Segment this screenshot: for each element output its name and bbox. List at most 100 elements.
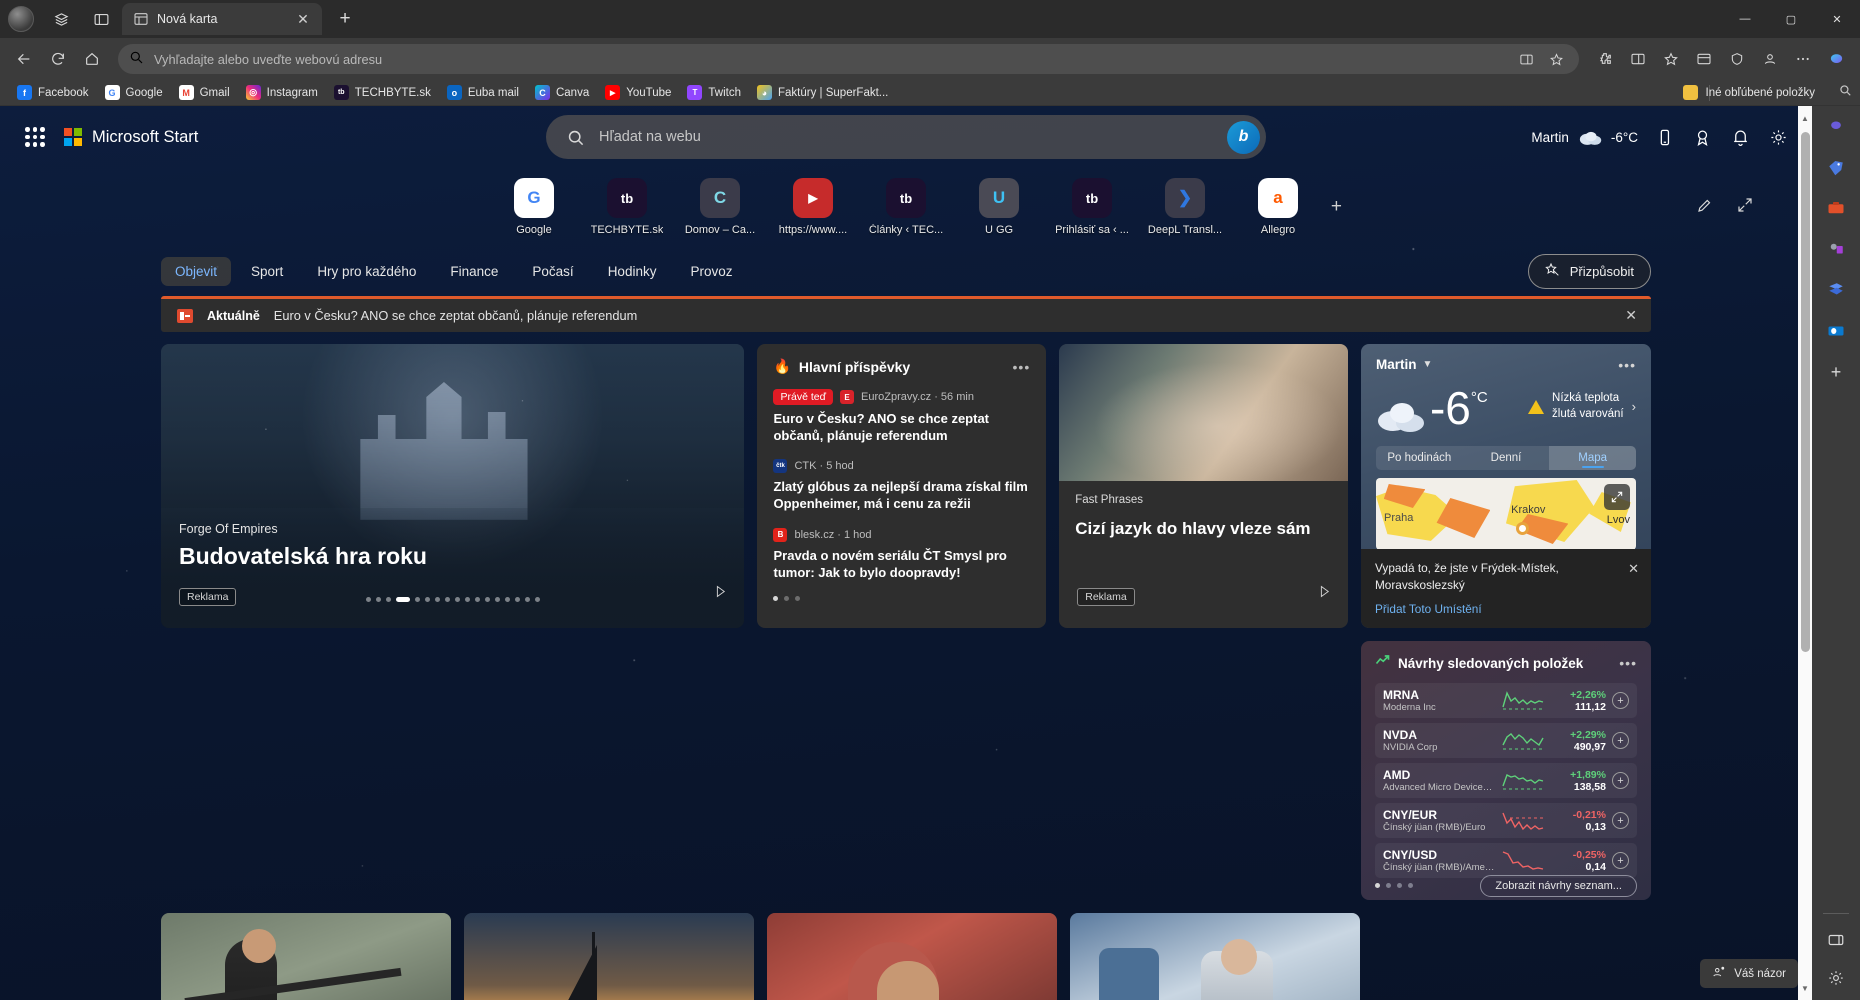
split-screen-icon[interactable] (1513, 46, 1539, 72)
app-launcher-icon[interactable] (22, 124, 48, 150)
quick-link-tile[interactable]: a Allegro (1238, 178, 1318, 236)
edit-background-icon[interactable] (1696, 196, 1714, 219)
browser-tab[interactable]: Nová karta ✕ (122, 3, 322, 35)
home-icon[interactable] (76, 43, 108, 75)
ad-choices-icon[interactable] (1317, 584, 1332, 604)
address-bar[interactable]: Vyhľadajte alebo uveďte webovú adresu (118, 44, 1579, 74)
scroll-up-icon[interactable]: ▲ (1798, 110, 1812, 126)
personalize-button[interactable]: Přizpůsobit (1527, 253, 1651, 289)
weather-map[interactable]: Praha Krakov Lvov (1375, 478, 1636, 550)
collections-icon[interactable] (1655, 43, 1687, 75)
watchlist-row[interactable]: MRNA Moderna Inc +2,26% 111,12 + (1374, 683, 1637, 718)
add-icon[interactable]: + (1611, 812, 1629, 829)
add-icon[interactable]: + (1611, 852, 1629, 869)
show-watchlist-button[interactable]: Zobrazit návrhy seznam... (1480, 874, 1637, 897)
microsoft-start-logo[interactable]: Microsoft Start (64, 128, 198, 147)
bookmarks-search-icon[interactable] (1838, 83, 1852, 102)
hero-ad-card[interactable]: Forge Of Empires Budovatelská hra roku R… (161, 344, 745, 628)
profile-avatar[interactable] (8, 6, 34, 32)
quick-link-tile[interactable]: tb Články ‹ TEC... (866, 178, 946, 236)
quick-link-tile[interactable]: C Domov – Ca... (680, 178, 760, 236)
profile-icon[interactable] (1754, 43, 1786, 75)
browser-essentials-icon[interactable] (1721, 43, 1753, 75)
tab-hry[interactable]: Hry pro každého (303, 257, 430, 286)
news-card[interactable]: CNN CNN Prima NEWS · 3 hod Pán obzoru, k… (161, 913, 451, 1000)
sidebar-settings-gear-icon[interactable] (1822, 964, 1850, 992)
watchlist-row[interactable]: AMD Advanced Micro Devices Inc +1,89% 13… (1374, 763, 1637, 798)
add-shortcut-icon[interactable]: + (1331, 196, 1342, 218)
rewards-icon[interactable] (1690, 125, 1714, 149)
tab-provoz[interactable]: Provoz (676, 257, 746, 286)
quick-link-tile[interactable]: tb Prihlásiť sa ‹ ... (1052, 178, 1132, 236)
carousel-dots[interactable] (1374, 883, 1413, 888)
settings-more-icon[interactable] (1787, 43, 1819, 75)
maximize-button[interactable]: ▢ (1768, 0, 1814, 38)
scroll-down-icon[interactable]: ▼ (1798, 980, 1812, 996)
chevron-right-icon[interactable]: › (1632, 399, 1636, 414)
mobile-device-icon[interactable] (1652, 125, 1676, 149)
banner-headline[interactable]: Euro v Česku? ANO se chce zeptat občanů,… (274, 308, 638, 323)
scrollbar-thumb[interactable] (1801, 132, 1810, 652)
tab-actions-icon[interactable] (82, 2, 120, 36)
bing-chat-icon[interactable]: b (1227, 120, 1260, 154)
back-icon[interactable] (8, 43, 40, 75)
feedback-button[interactable]: Váš názor (1700, 959, 1798, 988)
more-options-icon[interactable]: ••• (1618, 357, 1636, 373)
close-window-button[interactable]: ✕ (1814, 0, 1860, 38)
address-input[interactable]: Vyhľadajte alebo uveďte webovú adresu (154, 52, 1503, 67)
headline[interactable]: Zlatý glóbus za nejlepší drama získal fi… (773, 478, 1030, 512)
shopping-tag-icon[interactable] (1822, 153, 1850, 181)
carousel-dots[interactable] (773, 595, 1030, 601)
top-post-item[interactable]: Právě teď E EuroZpravy.cz · 56 min Euro … (773, 389, 1030, 444)
quick-link-tile[interactable]: ❯ DeepL Transl... (1145, 178, 1225, 236)
ad-choices-icon[interactable] (713, 584, 728, 604)
carousel-dots[interactable] (365, 597, 540, 602)
copilot-sidebar-icon[interactable] (1822, 112, 1850, 140)
close-icon[interactable]: ✕ (292, 8, 314, 30)
favorites-bar-icon[interactable] (1688, 43, 1720, 75)
watchlist-row[interactable]: NVDA NVIDIA Corp +2,29% 490,97 + (1374, 723, 1637, 758)
tools-icon[interactable] (1822, 194, 1850, 222)
copilot-icon[interactable] (1820, 43, 1852, 75)
reload-icon[interactable] (42, 43, 74, 75)
tab-objevit[interactable]: Objevit (161, 256, 232, 286)
add-location-link[interactable]: Přidat Toto Umístění (1375, 602, 1637, 616)
favorite-star-icon[interactable] (1543, 46, 1569, 72)
quick-link-tile[interactable]: G Google (494, 178, 574, 236)
expand-icon[interactable] (1736, 196, 1754, 219)
bookmark-item[interactable]: tb TECHBYTE.sk (327, 83, 438, 102)
bookmark-item[interactable]: ◎ Instagram (239, 83, 325, 102)
sidebar-toggle-icon[interactable] (1822, 926, 1850, 954)
gear-icon[interactable] (1766, 125, 1790, 149)
news-card-sponsored[interactable]: Theheartoftheuniverse Nespadněte! Jak vy… (767, 913, 1057, 1000)
split-window-icon[interactable] (1622, 43, 1654, 75)
bookmark-item[interactable]: ◕ Faktúry | SuperFakt... (750, 83, 895, 102)
minimize-button[interactable]: — (1722, 0, 1768, 38)
top-post-item[interactable]: čtk CTK · 5 hod Zlatý glóbus za nejlepší… (773, 459, 1030, 512)
quick-link-tile[interactable]: tb TECHBYTE.sk (587, 178, 667, 236)
close-icon[interactable]: ✕ (1625, 307, 1637, 324)
more-options-icon[interactable]: ••• (1013, 359, 1031, 375)
news-card[interactable]: PZ Prima Zoom · 15 hod Zabijácké jezero … (464, 913, 754, 1000)
add-icon[interactable]: + (1611, 732, 1629, 749)
weather-tab-map[interactable]: Mapa (1549, 446, 1636, 470)
games-icon[interactable] (1822, 235, 1850, 263)
headline[interactable]: Euro v Česku? ANO se chce zeptat občanů,… (773, 410, 1030, 444)
bookmark-item[interactable]: T Twitch (680, 83, 748, 102)
top-post-item[interactable]: B blesk.cz · 1 hod Pravda o novém seriál… (773, 527, 1030, 581)
watchlist-row[interactable]: CNY/USD Čínský jüan (RMB)/Americk... -0,… (1374, 843, 1637, 878)
tab-finance[interactable]: Finance (436, 257, 512, 286)
user-weather-chip[interactable]: Martin -6°C (1531, 129, 1638, 145)
add-icon[interactable]: + (1611, 772, 1629, 789)
more-options-icon[interactable]: ••• (1619, 655, 1637, 671)
close-icon[interactable]: ✕ (1628, 561, 1639, 577)
bookmark-item[interactable]: ▶ YouTube (598, 83, 678, 102)
expand-map-icon[interactable] (1603, 484, 1630, 510)
chevron-down-icon[interactable]: ▼ (1422, 359, 1432, 370)
notifications-bell-icon[interactable] (1728, 125, 1752, 149)
quick-link-tile[interactable]: U U GG (959, 178, 1039, 236)
other-favorites-folder[interactable]: Iné obľúbené položky (1676, 83, 1823, 102)
weather-alert[interactable]: Nízká teplota žlutá varování › (1528, 391, 1636, 422)
add-sidebar-icon[interactable]: + (1822, 358, 1850, 386)
page-scrollbar[interactable]: ▲ ▼ (1798, 106, 1812, 1000)
